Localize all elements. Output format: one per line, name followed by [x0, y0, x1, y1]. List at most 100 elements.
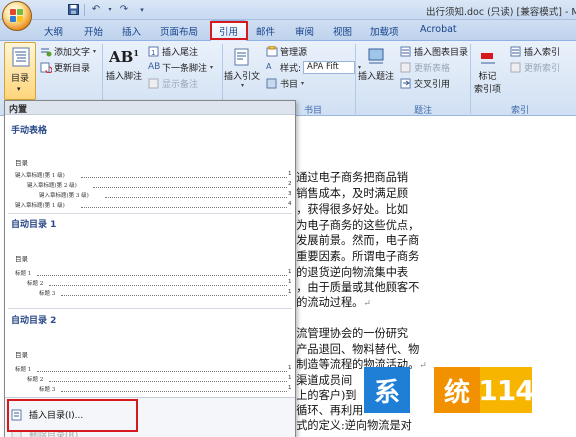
tab-review[interactable]: 审阅: [295, 24, 314, 38]
doc-line: 业通过电子商务把商品销: [285, 171, 409, 184]
update-index-label: 更新索引: [524, 64, 561, 74]
doc-line-text: 商的流动过程。: [285, 296, 364, 309]
quick-access-toolbar: ↶ ▾ ↷ ▾: [36, 3, 149, 16]
doc-line: 务的退货逆向物流集中表: [285, 266, 409, 279]
tab-view[interactable]: 视图: [333, 24, 352, 38]
citation-style-value[interactable]: APA Fift: [303, 61, 356, 74]
show-notes-button[interactable]: 显示备注: [148, 77, 198, 90]
update-toc-label: 更新目录: [54, 64, 91, 74]
toc-leader: [81, 177, 287, 178]
doc-line: 个重要因素。所谓电子商务: [285, 250, 420, 263]
undo-icon[interactable]: ↶: [89, 3, 103, 16]
toc-page-number: 3: [288, 191, 292, 197]
toc-leader: [49, 285, 287, 286]
toc-preview-entry: 标题 2: [27, 377, 44, 383]
cross-reference-icon: [400, 78, 411, 89]
mark-entry-label: 标记: [478, 72, 497, 82]
show-notes-label: 显示备注: [162, 80, 199, 90]
manage-sources-button[interactable]: 管理源: [266, 45, 307, 58]
insert-footnote-button[interactable]: AB1 插入脚注: [106, 45, 142, 82]
table-of-figures-icon: [400, 46, 411, 57]
toc-preview-entry: 标题 3: [39, 291, 56, 297]
caption-icon: [363, 45, 389, 69]
tab-page-layout[interactable]: 页面布局: [160, 24, 198, 38]
doc-line: 低销售成本，及时满足顾: [285, 187, 409, 200]
style-icon: A: [266, 62, 272, 71]
update-table-label: 更新表格: [414, 64, 451, 74]
insert-index-label: 插入索引: [524, 48, 561, 58]
save-icon[interactable]: [66, 3, 80, 16]
mark-entry-button[interactable]: 标记 索引项: [474, 45, 501, 95]
toc-button[interactable]: 目录 ▾: [4, 42, 36, 100]
group-separator: [470, 44, 471, 114]
insert-caption-label: 插入题注: [358, 72, 395, 82]
ribbon-tabs: 大纲 开始 插入 页面布局 引用 邮件 审阅 视图 加载项 Acrobat: [0, 20, 576, 41]
toc-preview-entry: 键入章标题(第 1 级): [15, 173, 65, 179]
redo-icon[interactable]: ↷: [117, 3, 131, 16]
insert-endnote-label: 插入尾注: [162, 48, 199, 58]
insert-table-of-figures-button[interactable]: 插入图表目录: [400, 45, 468, 58]
toc-page-number: 1: [288, 171, 292, 177]
bibliography-label: 书目: [280, 80, 299, 90]
insert-index-button[interactable]: 插入索引: [510, 45, 560, 58]
citations-group-label: 书目: [303, 106, 322, 116]
manage-sources-label: 管理源: [280, 48, 308, 58]
update-toc-button[interactable]: 更新目录: [40, 61, 90, 74]
gallery-category-auto1: 自动目录 1: [11, 220, 57, 230]
tab-insert[interactable]: 插入: [122, 24, 141, 38]
add-text-label: 添加文字: [54, 48, 91, 58]
mark-entry-label-2: 索引项: [474, 85, 502, 95]
doc-line: 再循环、再利用: [285, 404, 364, 417]
tab-acrobat[interactable]: Acrobat: [420, 24, 457, 35]
update-index-icon: [510, 62, 521, 73]
gallery-category-auto2: 自动目录 2: [11, 316, 57, 326]
doc-line: 的发展前景。然而，电子商: [285, 234, 420, 247]
tab-mailings[interactable]: 邮件: [256, 24, 275, 38]
next-footnote-label: 下一条脚注: [162, 64, 208, 74]
toc-preview-entry: 键入章标题(第 2 级): [27, 183, 77, 189]
toc-leader: [49, 381, 287, 382]
office-button[interactable]: [2, 1, 32, 31]
toc-option-auto1[interactable]: 目录 标题 1 1 标题 2 1 标题 3 1: [11, 231, 292, 303]
toc-page-number: 1: [288, 279, 292, 285]
update-toc-icon: [40, 62, 52, 73]
title-bar: ↶ ▾ ↷ ▾ 出行须知.doc (只读) [兼容模式] - Micr: [0, 0, 576, 20]
toc-preview-entry: 键入章标题(第 1 级): [15, 203, 65, 209]
update-table-button[interactable]: 更新表格: [400, 61, 450, 74]
customize-icon[interactable]: ▾: [135, 3, 149, 16]
toc-preview-title: 目录: [15, 351, 28, 359]
qat-separator: [84, 3, 85, 16]
insert-endnote-button[interactable]: 1 插入尾注: [148, 45, 198, 58]
toc-page-number: 1: [288, 289, 292, 295]
insert-toc-highlight: [7, 399, 138, 432]
tab-home[interactable]: 开始: [84, 24, 103, 38]
toc-preview-entry: 标题 1: [15, 271, 32, 277]
insert-footnote-label: 插入脚注: [106, 72, 143, 82]
next-footnote-button[interactable]: AB 下一条脚注 ▾: [148, 61, 213, 74]
insert-caption-button[interactable]: 插入题注: [358, 45, 394, 82]
citation-style-select[interactable]: A 样式: APA Fift ▾: [266, 61, 361, 74]
toc-option-manual[interactable]: 目录 键入章标题(第 1 级) 1 键入章标题(第 2 级) 2 键入章标题(第…: [11, 137, 292, 209]
cross-reference-button[interactable]: 交叉引用: [400, 77, 450, 90]
insert-citation-label: 插入引文: [224, 72, 261, 82]
insert-table-of-figures-label: 插入图表目录: [414, 48, 469, 58]
manage-sources-icon: [266, 46, 278, 57]
toc-page-number: 1: [288, 365, 292, 371]
toc-leader: [93, 187, 287, 188]
toc-option-auto2[interactable]: 目录 标题 1 1 标题 2 1 标题 3 1: [11, 327, 292, 395]
tab-outline[interactable]: 大纲: [44, 24, 63, 38]
insert-citation-button[interactable]: 插入引文 ▾: [224, 45, 260, 89]
toc-preview-entry: 标题 1: [15, 367, 32, 373]
add-text-button[interactable]: 添加文字 ▾: [40, 45, 96, 58]
toc-gallery: 内置 手动表格 目录 键入章标题(第 1 级) 1 键入章标题(第 2 级) 2…: [4, 100, 296, 437]
gallery-separator: [8, 308, 292, 309]
toc-dropdown-icon: ▾: [17, 85, 21, 93]
update-index-button[interactable]: 更新索引: [510, 61, 560, 74]
undo-dropdown-icon[interactable]: ▾: [107, 3, 113, 16]
toc-label: 目录: [11, 74, 30, 84]
cross-reference-label: 交叉引用: [414, 80, 451, 90]
toc-leader: [105, 197, 287, 198]
update-table-icon: [400, 62, 411, 73]
bibliography-button[interactable]: 书目 ▾: [266, 77, 304, 90]
tab-addins[interactable]: 加载项: [370, 24, 399, 38]
